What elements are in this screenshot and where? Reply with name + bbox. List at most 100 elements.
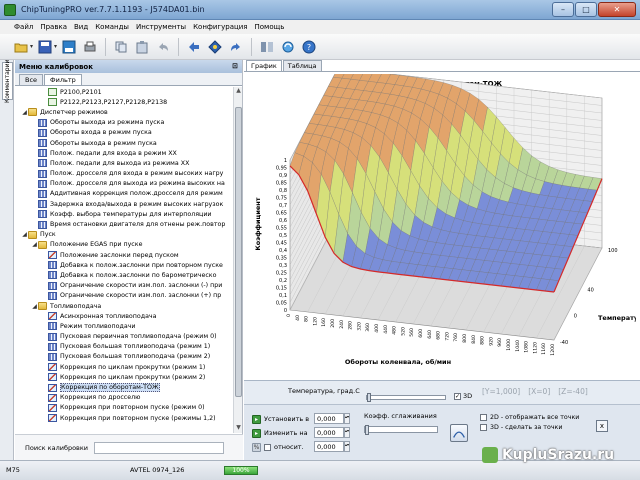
tree-item[interactable]: Полож. педали для выхода из режима XX <box>15 158 233 168</box>
tree-item[interactable]: Коррекция по циклам прокрутки (режим 1) <box>15 362 233 372</box>
tree-item[interactable]: Режим топливоподачи <box>15 321 233 331</box>
temperature-slider[interactable] <box>366 393 446 402</box>
expander-icon[interactable]: ◢ <box>21 109 28 116</box>
tree-item[interactable]: ◢ Топливоподача <box>15 301 233 311</box>
tab-all[interactable]: Все <box>19 74 44 85</box>
menu-view[interactable]: Вид <box>74 23 88 31</box>
check-icon[interactable]: ✓ <box>454 392 461 400</box>
option-3d[interactable]: 3D - сделать за точки <box>480 422 600 432</box>
relative-checkbox[interactable] <box>264 443 271 451</box>
tree-item[interactable]: Аддитивная коррекция полож.дросселя для … <box>15 189 233 199</box>
tree-item[interactable]: ◢ Диспетчер режимов <box>15 107 233 117</box>
compare-icon[interactable] <box>258 38 276 56</box>
change-spinner[interactable]: ▴▾ <box>344 427 350 438</box>
help-icon[interactable]: ? <box>300 38 318 56</box>
grid-icon <box>38 118 47 127</box>
print-icon[interactable] <box>81 38 99 56</box>
smooth-apply-button[interactable] <box>450 424 468 442</box>
pin-icon[interactable]: ⊡ <box>232 62 238 70</box>
toolbar-separator <box>178 37 180 56</box>
menu-config[interactable]: Конфигурация <box>193 23 247 31</box>
minimize-button[interactable]: – <box>552 2 574 17</box>
tree-item[interactable]: Задержка входа/выхода в режим высоких на… <box>15 199 233 209</box>
grid-icon <box>38 200 47 209</box>
save-dropdown-icon[interactable]: ▾ <box>54 43 57 50</box>
copy-icon[interactable] <box>112 38 130 56</box>
menu-file[interactable]: Файл <box>14 23 33 31</box>
search-input[interactable] <box>94 441 225 454</box>
menu-tools[interactable]: Инструменты <box>136 23 186 31</box>
open-folder-icon[interactable] <box>12 38 30 56</box>
menu-commands[interactable]: Команды <box>95 23 129 31</box>
relative-value-input[interactable]: 0,000 <box>314 441 344 452</box>
tree-item[interactable]: ◢ Пуск <box>15 230 233 240</box>
apply-change-icon[interactable]: ▸ <box>252 428 261 438</box>
tree-item[interactable]: Коррекция по дросселю <box>15 393 233 403</box>
redo-icon[interactable] <box>227 38 245 56</box>
tree-item[interactable]: Пусковая большая топливоподача (режим 1) <box>15 342 233 352</box>
open-dropdown-icon[interactable]: ▾ <box>30 43 33 50</box>
scroll-down-icon[interactable]: ▼ <box>234 424 243 433</box>
tree-item[interactable]: Обороты выхода из режима пуска <box>15 118 233 128</box>
tree-item[interactable]: Ограничение скорости изм.пол. заслонки (… <box>15 291 233 301</box>
tree-item[interactable]: Добавка к полож.заслонки по барометричес… <box>15 270 233 280</box>
target-icon[interactable] <box>206 38 224 56</box>
option-2d-checkbox[interactable] <box>480 413 487 421</box>
tab-graph[interactable]: График <box>246 60 282 71</box>
menu-edit[interactable]: Правка <box>40 23 67 31</box>
tree-item[interactable]: Коррекция по оборотам-ТОЖ <box>15 382 233 393</box>
smoothing-slider[interactable] <box>364 425 438 435</box>
smoothing-knob[interactable] <box>365 425 369 435</box>
tree-scrollbar[interactable]: ▲ ▼ <box>233 87 242 433</box>
paste-icon[interactable] <box>133 38 151 56</box>
tree-item[interactable]: Пусковая большая топливоподача (режим 2) <box>15 352 233 362</box>
tree-item[interactable]: Коррекция при повторном пуске (режимы 1,… <box>15 413 233 423</box>
apply-set-icon[interactable]: ▸ <box>252 414 261 424</box>
comments-tab[interactable]: Комментарии <box>2 59 13 103</box>
checkbox-3d[interactable]: ✓ 3D <box>454 392 472 400</box>
tab-filter[interactable]: Фильтр <box>44 74 82 85</box>
z-tick-label: 0,35 <box>276 256 287 262</box>
change-value-input[interactable]: 0,000 <box>314 427 344 438</box>
clear-button[interactable]: x <box>596 420 608 432</box>
tree-item[interactable]: Пусковая первичная топливоподача (режим … <box>15 332 233 342</box>
tree-item[interactable]: Коэфф. выбора температуры для интерполяц… <box>15 209 233 219</box>
option-2d[interactable]: 2D - отображать все точки <box>480 412 600 422</box>
tree-item[interactable]: Обороты входа в режим пуска <box>15 128 233 138</box>
relative-percent-icon[interactable]: % <box>252 442 261 452</box>
tree-item[interactable]: Коррекция по циклам прокрутки (режим 2) <box>15 372 233 382</box>
expander-icon[interactable]: ◢ <box>31 303 38 310</box>
tree-item[interactable]: Асинхронная топливоподача <box>15 311 233 321</box>
tree-item[interactable]: P2100,P2101 <box>15 87 233 97</box>
tree-item[interactable]: ◢ Положение EGAS при пуске <box>15 240 233 250</box>
expander-icon[interactable]: ◢ <box>31 241 38 248</box>
undo-icon[interactable] <box>154 38 172 56</box>
navigate-icon[interactable] <box>185 38 203 56</box>
scroll-thumb[interactable] <box>235 107 242 397</box>
surface-chart[interactable]: Коррекция по оборотам-ТОЖ00,050,10,150,2… <box>248 74 636 392</box>
set-spinner[interactable]: ▴▾ <box>344 413 350 424</box>
tree-item[interactable]: Коррекция при повторном пуске (режим 0) <box>15 403 233 413</box>
tree-item[interactable]: Добавка к полож.заслонки при повторном п… <box>15 260 233 270</box>
tree-item[interactable]: Полож. дросселя для входа в режим высоки… <box>15 169 233 179</box>
save-icon[interactable] <box>36 38 54 56</box>
tree-item[interactable]: Полож. дросселя для выхода из режима выс… <box>15 179 233 189</box>
tree-item[interactable]: Ограничение скорости изм.пол. заслонки (… <box>15 281 233 291</box>
menu-help[interactable]: Помощь <box>255 23 285 31</box>
close-button[interactable]: ✕ <box>598 2 636 17</box>
option-3d-checkbox[interactable] <box>480 423 487 431</box>
set-value-input[interactable]: 0,000 <box>314 413 344 424</box>
slider-knob[interactable] <box>367 393 371 402</box>
tree-item[interactable]: P2122,P2123,P2127,P2128,P2138 <box>15 97 233 107</box>
tree-item[interactable]: Обороты выхода в режим пуска <box>15 138 233 148</box>
maximize-button[interactable]: □ <box>575 2 597 17</box>
tree-item[interactable]: Время остановки двигателя для отнены реж… <box>15 219 233 229</box>
tree-item[interactable]: Полож. педали для входа в режим XX <box>15 148 233 158</box>
expander-icon[interactable]: ◢ <box>21 231 28 238</box>
relative-spinner[interactable]: ▴▾ <box>344 441 350 452</box>
tree-item[interactable]: Положение заслонки перед пуском <box>15 250 233 260</box>
tab-table[interactable]: Таблица <box>282 60 322 71</box>
save-as-icon[interactable] <box>60 38 78 56</box>
scroll-up-icon[interactable]: ▲ <box>234 87 243 96</box>
refresh-icon[interactable] <box>279 38 297 56</box>
